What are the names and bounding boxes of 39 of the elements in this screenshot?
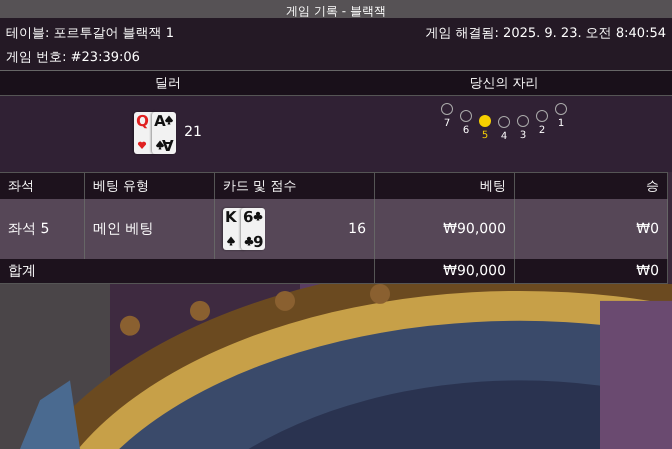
seat-marker[interactable] (536, 110, 548, 122)
resolved-time: 게임 해결됨: 2025. 9. 23. 오전 8:40:54 (425, 25, 666, 42)
seat-number: 1 (558, 118, 564, 129)
seat-marker[interactable] (555, 103, 567, 115)
seat-number: 7 (444, 118, 450, 129)
table-cell: 합계 (0, 259, 375, 284)
spade-icon (226, 236, 236, 246)
seat-marker[interactable] (517, 115, 529, 127)
column-header: 좌석 (0, 172, 85, 199)
game-number: 게임 번호: #23:39:06 (6, 49, 140, 66)
seat-marker[interactable] (460, 110, 472, 122)
table-cell: 좌석 5 (0, 199, 85, 259)
window-title: 게임 기록 - 블랙잭 (286, 4, 386, 18)
column-header: 승 (515, 172, 668, 199)
heart-icon (137, 140, 148, 150)
column-header: 베팅 (375, 172, 515, 199)
seat-number: 2 (538, 125, 546, 136)
seat-marker[interactable] (479, 115, 491, 127)
hand-score: 16 (348, 221, 366, 237)
table-cell: ₩0 (515, 199, 668, 259)
club-icon (253, 211, 263, 221)
dealer-heading: 딜러 (154, 75, 182, 92)
seat-number: 5 (482, 130, 488, 141)
table-cell: ₩0 (515, 259, 668, 284)
spade-icon (164, 115, 174, 125)
seat-number: 6 (462, 125, 470, 136)
seat-number: 3 (520, 130, 526, 141)
seat-number: 4 (500, 131, 508, 142)
table-cell: ₩90,000 (375, 259, 515, 284)
club-icon (244, 236, 254, 246)
table-cell: 메인 베팅 (85, 199, 215, 259)
seat-marker[interactable] (441, 103, 453, 115)
table-cell: ₩90,000 (375, 199, 515, 259)
dealer-score: 21 (184, 124, 202, 140)
seat-heading: 당신의 자리 (468, 75, 540, 92)
column-header: 베팅 유형 (85, 172, 215, 199)
seat-marker[interactable] (498, 116, 510, 128)
column-header: 카드 및 점수 (215, 172, 375, 199)
table-name: 테이블: 포르투갈어 블랙잭 1 (6, 25, 174, 42)
